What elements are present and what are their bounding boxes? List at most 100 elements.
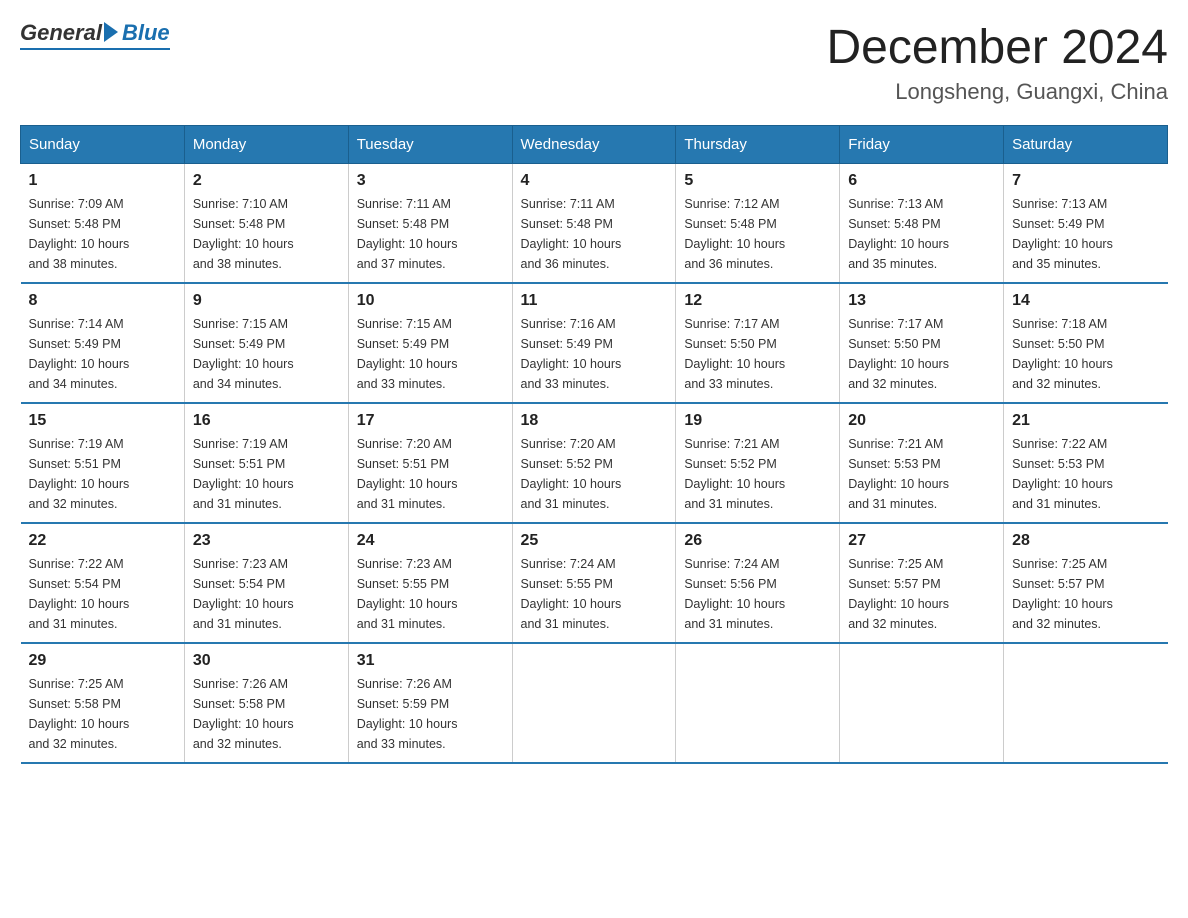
day-number: 1 (29, 172, 176, 190)
day-number: 29 (29, 652, 176, 670)
calendar-cell: 2 Sunrise: 7:10 AMSunset: 5:48 PMDayligh… (184, 164, 348, 284)
day-number: 20 (848, 412, 995, 430)
day-info: Sunrise: 7:21 AMSunset: 5:53 PMDaylight:… (848, 434, 995, 514)
calendar-cell: 7 Sunrise: 7:13 AMSunset: 5:49 PMDayligh… (1004, 164, 1168, 284)
day-info: Sunrise: 7:20 AMSunset: 5:51 PMDaylight:… (357, 434, 504, 514)
day-number: 14 (1012, 292, 1159, 310)
day-info: Sunrise: 7:11 AMSunset: 5:48 PMDaylight:… (357, 194, 504, 274)
day-number: 19 (684, 412, 831, 430)
page-header: General Blue December 2024 Longsheng, Gu… (20, 20, 1168, 105)
day-number: 3 (357, 172, 504, 190)
day-info: Sunrise: 7:26 AMSunset: 5:59 PMDaylight:… (357, 674, 504, 754)
calendar-cell: 16 Sunrise: 7:19 AMSunset: 5:51 PMDaylig… (184, 403, 348, 523)
day-number: 22 (29, 532, 176, 550)
day-number: 4 (521, 172, 668, 190)
calendar-cell: 31 Sunrise: 7:26 AMSunset: 5:59 PMDaylig… (348, 643, 512, 763)
calendar-body: 1 Sunrise: 7:09 AMSunset: 5:48 PMDayligh… (21, 164, 1168, 764)
day-info: Sunrise: 7:09 AMSunset: 5:48 PMDaylight:… (29, 194, 176, 274)
day-info: Sunrise: 7:19 AMSunset: 5:51 PMDaylight:… (193, 434, 340, 514)
logo-blue-text: Blue (122, 20, 170, 46)
day-info: Sunrise: 7:22 AMSunset: 5:53 PMDaylight:… (1012, 434, 1159, 514)
calendar-cell: 18 Sunrise: 7:20 AMSunset: 5:52 PMDaylig… (512, 403, 676, 523)
day-info: Sunrise: 7:17 AMSunset: 5:50 PMDaylight:… (684, 314, 831, 394)
day-number: 12 (684, 292, 831, 310)
day-info: Sunrise: 7:17 AMSunset: 5:50 PMDaylight:… (848, 314, 995, 394)
day-number: 13 (848, 292, 995, 310)
day-info: Sunrise: 7:22 AMSunset: 5:54 PMDaylight:… (29, 554, 176, 634)
location-text: Longsheng, Guangxi, China (826, 79, 1168, 105)
day-number: 26 (684, 532, 831, 550)
day-info: Sunrise: 7:24 AMSunset: 5:55 PMDaylight:… (521, 554, 668, 634)
week-row-3: 15 Sunrise: 7:19 AMSunset: 5:51 PMDaylig… (21, 403, 1168, 523)
day-number: 18 (521, 412, 668, 430)
day-info: Sunrise: 7:13 AMSunset: 5:48 PMDaylight:… (848, 194, 995, 274)
calendar-cell: 12 Sunrise: 7:17 AMSunset: 5:50 PMDaylig… (676, 283, 840, 403)
day-info: Sunrise: 7:10 AMSunset: 5:48 PMDaylight:… (193, 194, 340, 274)
week-row-4: 22 Sunrise: 7:22 AMSunset: 5:54 PMDaylig… (21, 523, 1168, 643)
day-info: Sunrise: 7:25 AMSunset: 5:58 PMDaylight:… (29, 674, 176, 754)
title-section: December 2024 Longsheng, Guangxi, China (826, 20, 1168, 105)
calendar-cell: 21 Sunrise: 7:22 AMSunset: 5:53 PMDaylig… (1004, 403, 1168, 523)
calendar-cell: 10 Sunrise: 7:15 AMSunset: 5:49 PMDaylig… (348, 283, 512, 403)
day-number: 28 (1012, 532, 1159, 550)
calendar-header: Sunday Monday Tuesday Wednesday Thursday… (21, 126, 1168, 164)
calendar-cell: 8 Sunrise: 7:14 AMSunset: 5:49 PMDayligh… (21, 283, 185, 403)
day-info: Sunrise: 7:14 AMSunset: 5:49 PMDaylight:… (29, 314, 176, 394)
day-info: Sunrise: 7:12 AMSunset: 5:48 PMDaylight:… (684, 194, 831, 274)
header-thursday: Thursday (676, 126, 840, 164)
calendar-cell: 1 Sunrise: 7:09 AMSunset: 5:48 PMDayligh… (21, 164, 185, 284)
calendar-cell: 19 Sunrise: 7:21 AMSunset: 5:52 PMDaylig… (676, 403, 840, 523)
calendar-cell (840, 643, 1004, 763)
day-info: Sunrise: 7:25 AMSunset: 5:57 PMDaylight:… (1012, 554, 1159, 634)
day-number: 6 (848, 172, 995, 190)
day-number: 5 (684, 172, 831, 190)
calendar-cell: 4 Sunrise: 7:11 AMSunset: 5:48 PMDayligh… (512, 164, 676, 284)
header-saturday: Saturday (1004, 126, 1168, 164)
day-number: 16 (193, 412, 340, 430)
day-number: 21 (1012, 412, 1159, 430)
calendar-cell: 17 Sunrise: 7:20 AMSunset: 5:51 PMDaylig… (348, 403, 512, 523)
day-info: Sunrise: 7:15 AMSunset: 5:49 PMDaylight:… (193, 314, 340, 394)
day-number: 11 (521, 292, 668, 310)
calendar-cell: 15 Sunrise: 7:19 AMSunset: 5:51 PMDaylig… (21, 403, 185, 523)
header-tuesday: Tuesday (348, 126, 512, 164)
calendar-cell: 27 Sunrise: 7:25 AMSunset: 5:57 PMDaylig… (840, 523, 1004, 643)
day-info: Sunrise: 7:23 AMSunset: 5:55 PMDaylight:… (357, 554, 504, 634)
day-info: Sunrise: 7:19 AMSunset: 5:51 PMDaylight:… (29, 434, 176, 514)
day-number: 9 (193, 292, 340, 310)
header-wednesday: Wednesday (512, 126, 676, 164)
day-info: Sunrise: 7:18 AMSunset: 5:50 PMDaylight:… (1012, 314, 1159, 394)
logo-general-text: General (20, 20, 102, 46)
day-number: 27 (848, 532, 995, 550)
calendar-cell: 11 Sunrise: 7:16 AMSunset: 5:49 PMDaylig… (512, 283, 676, 403)
day-number: 15 (29, 412, 176, 430)
header-friday: Friday (840, 126, 1004, 164)
week-row-1: 1 Sunrise: 7:09 AMSunset: 5:48 PMDayligh… (21, 164, 1168, 284)
calendar-cell: 9 Sunrise: 7:15 AMSunset: 5:49 PMDayligh… (184, 283, 348, 403)
calendar-cell: 23 Sunrise: 7:23 AMSunset: 5:54 PMDaylig… (184, 523, 348, 643)
day-number: 31 (357, 652, 504, 670)
calendar-cell: 20 Sunrise: 7:21 AMSunset: 5:53 PMDaylig… (840, 403, 1004, 523)
day-info: Sunrise: 7:24 AMSunset: 5:56 PMDaylight:… (684, 554, 831, 634)
week-row-5: 29 Sunrise: 7:25 AMSunset: 5:58 PMDaylig… (21, 643, 1168, 763)
calendar-cell: 26 Sunrise: 7:24 AMSunset: 5:56 PMDaylig… (676, 523, 840, 643)
calendar-cell (512, 643, 676, 763)
calendar-cell: 6 Sunrise: 7:13 AMSunset: 5:48 PMDayligh… (840, 164, 1004, 284)
calendar-cell (1004, 643, 1168, 763)
day-info: Sunrise: 7:26 AMSunset: 5:58 PMDaylight:… (193, 674, 340, 754)
day-info: Sunrise: 7:15 AMSunset: 5:49 PMDaylight:… (357, 314, 504, 394)
day-number: 25 (521, 532, 668, 550)
day-number: 7 (1012, 172, 1159, 190)
month-title: December 2024 (826, 20, 1168, 75)
calendar-cell: 5 Sunrise: 7:12 AMSunset: 5:48 PMDayligh… (676, 164, 840, 284)
day-info: Sunrise: 7:25 AMSunset: 5:57 PMDaylight:… (848, 554, 995, 634)
calendar-cell: 14 Sunrise: 7:18 AMSunset: 5:50 PMDaylig… (1004, 283, 1168, 403)
day-info: Sunrise: 7:21 AMSunset: 5:52 PMDaylight:… (684, 434, 831, 514)
day-info: Sunrise: 7:23 AMSunset: 5:54 PMDaylight:… (193, 554, 340, 634)
day-number: 17 (357, 412, 504, 430)
weekday-header-row: Sunday Monday Tuesday Wednesday Thursday… (21, 126, 1168, 164)
day-info: Sunrise: 7:13 AMSunset: 5:49 PMDaylight:… (1012, 194, 1159, 274)
day-info: Sunrise: 7:11 AMSunset: 5:48 PMDaylight:… (521, 194, 668, 274)
day-number: 30 (193, 652, 340, 670)
calendar-cell: 3 Sunrise: 7:11 AMSunset: 5:48 PMDayligh… (348, 164, 512, 284)
